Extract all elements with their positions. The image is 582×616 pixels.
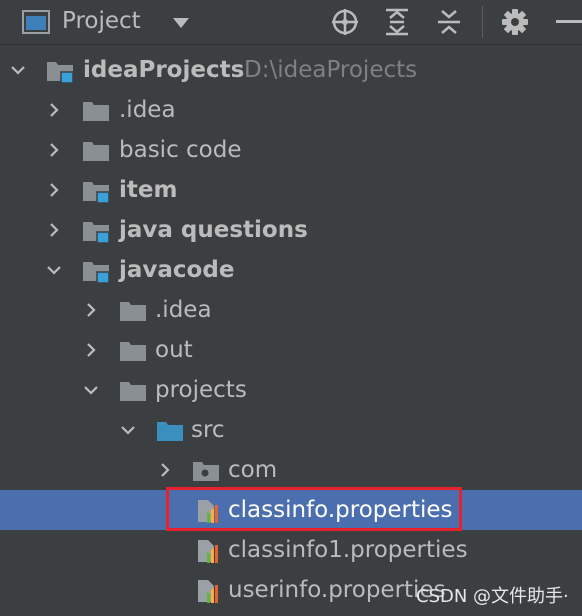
tree-label: out (155, 337, 193, 363)
tree-label: .idea (155, 297, 212, 323)
tree-label: classinfo.properties (228, 497, 453, 523)
module-folder-icon (47, 62, 74, 83)
tree-row-item[interactable]: item (0, 170, 582, 210)
folder-icon (120, 302, 146, 321)
collapse-all-icon[interactable] (435, 7, 463, 37)
chevron-down-icon[interactable] (10, 62, 26, 78)
folder-icon (120, 382, 146, 401)
chevron-right-icon[interactable] (46, 182, 62, 198)
locate-target-icon[interactable] (330, 7, 360, 37)
tree-label: ideaProjects (83, 57, 245, 83)
gear-icon[interactable] (500, 7, 530, 37)
chevron-down-icon[interactable] (83, 382, 99, 398)
tree-row-classinfo1-properties[interactable]: classinfo1.properties (0, 530, 582, 570)
tree-label: src (191, 417, 225, 443)
folder-icon (120, 342, 146, 361)
hide-minus-icon[interactable] (556, 18, 582, 26)
tree-row-basic-code[interactable]: basic code (0, 130, 582, 170)
toolbar-separator (482, 6, 483, 38)
tree-label: com (228, 457, 278, 483)
module-folder-icon (83, 262, 110, 283)
tree-label: basic code (119, 137, 242, 163)
tree-row-javacode[interactable]: javacode (0, 250, 582, 290)
dropdown-arrow-icon[interactable] (170, 13, 192, 33)
chevron-right-icon[interactable] (46, 222, 62, 238)
folder-icon (83, 102, 109, 121)
folder-icon (83, 142, 109, 161)
project-window-icon[interactable] (22, 9, 50, 35)
tree-label: javacode (119, 257, 235, 283)
tree-path: D:\ideaProjects (244, 57, 418, 83)
module-folder-icon (83, 182, 110, 203)
chevron-right-icon[interactable] (157, 462, 173, 478)
tree-row-idea[interactable]: .idea (0, 90, 582, 130)
properties-file-icon (198, 500, 218, 523)
package-folder-icon (193, 462, 219, 481)
tree-row-classinfo-properties[interactable]: classinfo.properties (0, 490, 582, 530)
source-folder-icon (157, 422, 183, 441)
chevron-right-icon[interactable] (83, 302, 99, 318)
tree-row-javacode-idea[interactable]: .idea (0, 290, 582, 330)
chevron-right-icon[interactable] (46, 102, 62, 118)
module-folder-icon (83, 222, 110, 243)
tree-label: item (119, 177, 178, 203)
chevron-right-icon[interactable] (83, 342, 99, 358)
tree-label: .idea (119, 97, 176, 123)
project-view-title[interactable]: Project (62, 6, 141, 36)
tree-label: classinfo1.properties (228, 537, 468, 563)
tree-row-out[interactable]: out (0, 330, 582, 370)
tree-label: projects (155, 377, 247, 403)
tree-row-java-questions[interactable]: java questions (0, 210, 582, 250)
chevron-down-icon[interactable] (120, 422, 136, 438)
tree-row-projects[interactable]: projects (0, 370, 582, 410)
chevron-down-icon[interactable] (46, 262, 62, 278)
tree-row-com[interactable]: com (0, 450, 582, 490)
project-toolbar: Project (0, 0, 582, 45)
watermark: CSDN @文件助手· (416, 586, 569, 607)
tree-label: userinfo.properties (228, 577, 446, 603)
expand-all-icon[interactable] (383, 7, 411, 37)
tree-row-src[interactable]: src (0, 410, 582, 450)
chevron-right-icon[interactable] (46, 142, 62, 158)
tree-row-ideaprojects[interactable]: ideaProjects D:\ideaProjects (0, 50, 582, 90)
tree-label: java questions (119, 217, 308, 243)
properties-file-icon (198, 580, 218, 603)
properties-file-icon (198, 540, 218, 563)
